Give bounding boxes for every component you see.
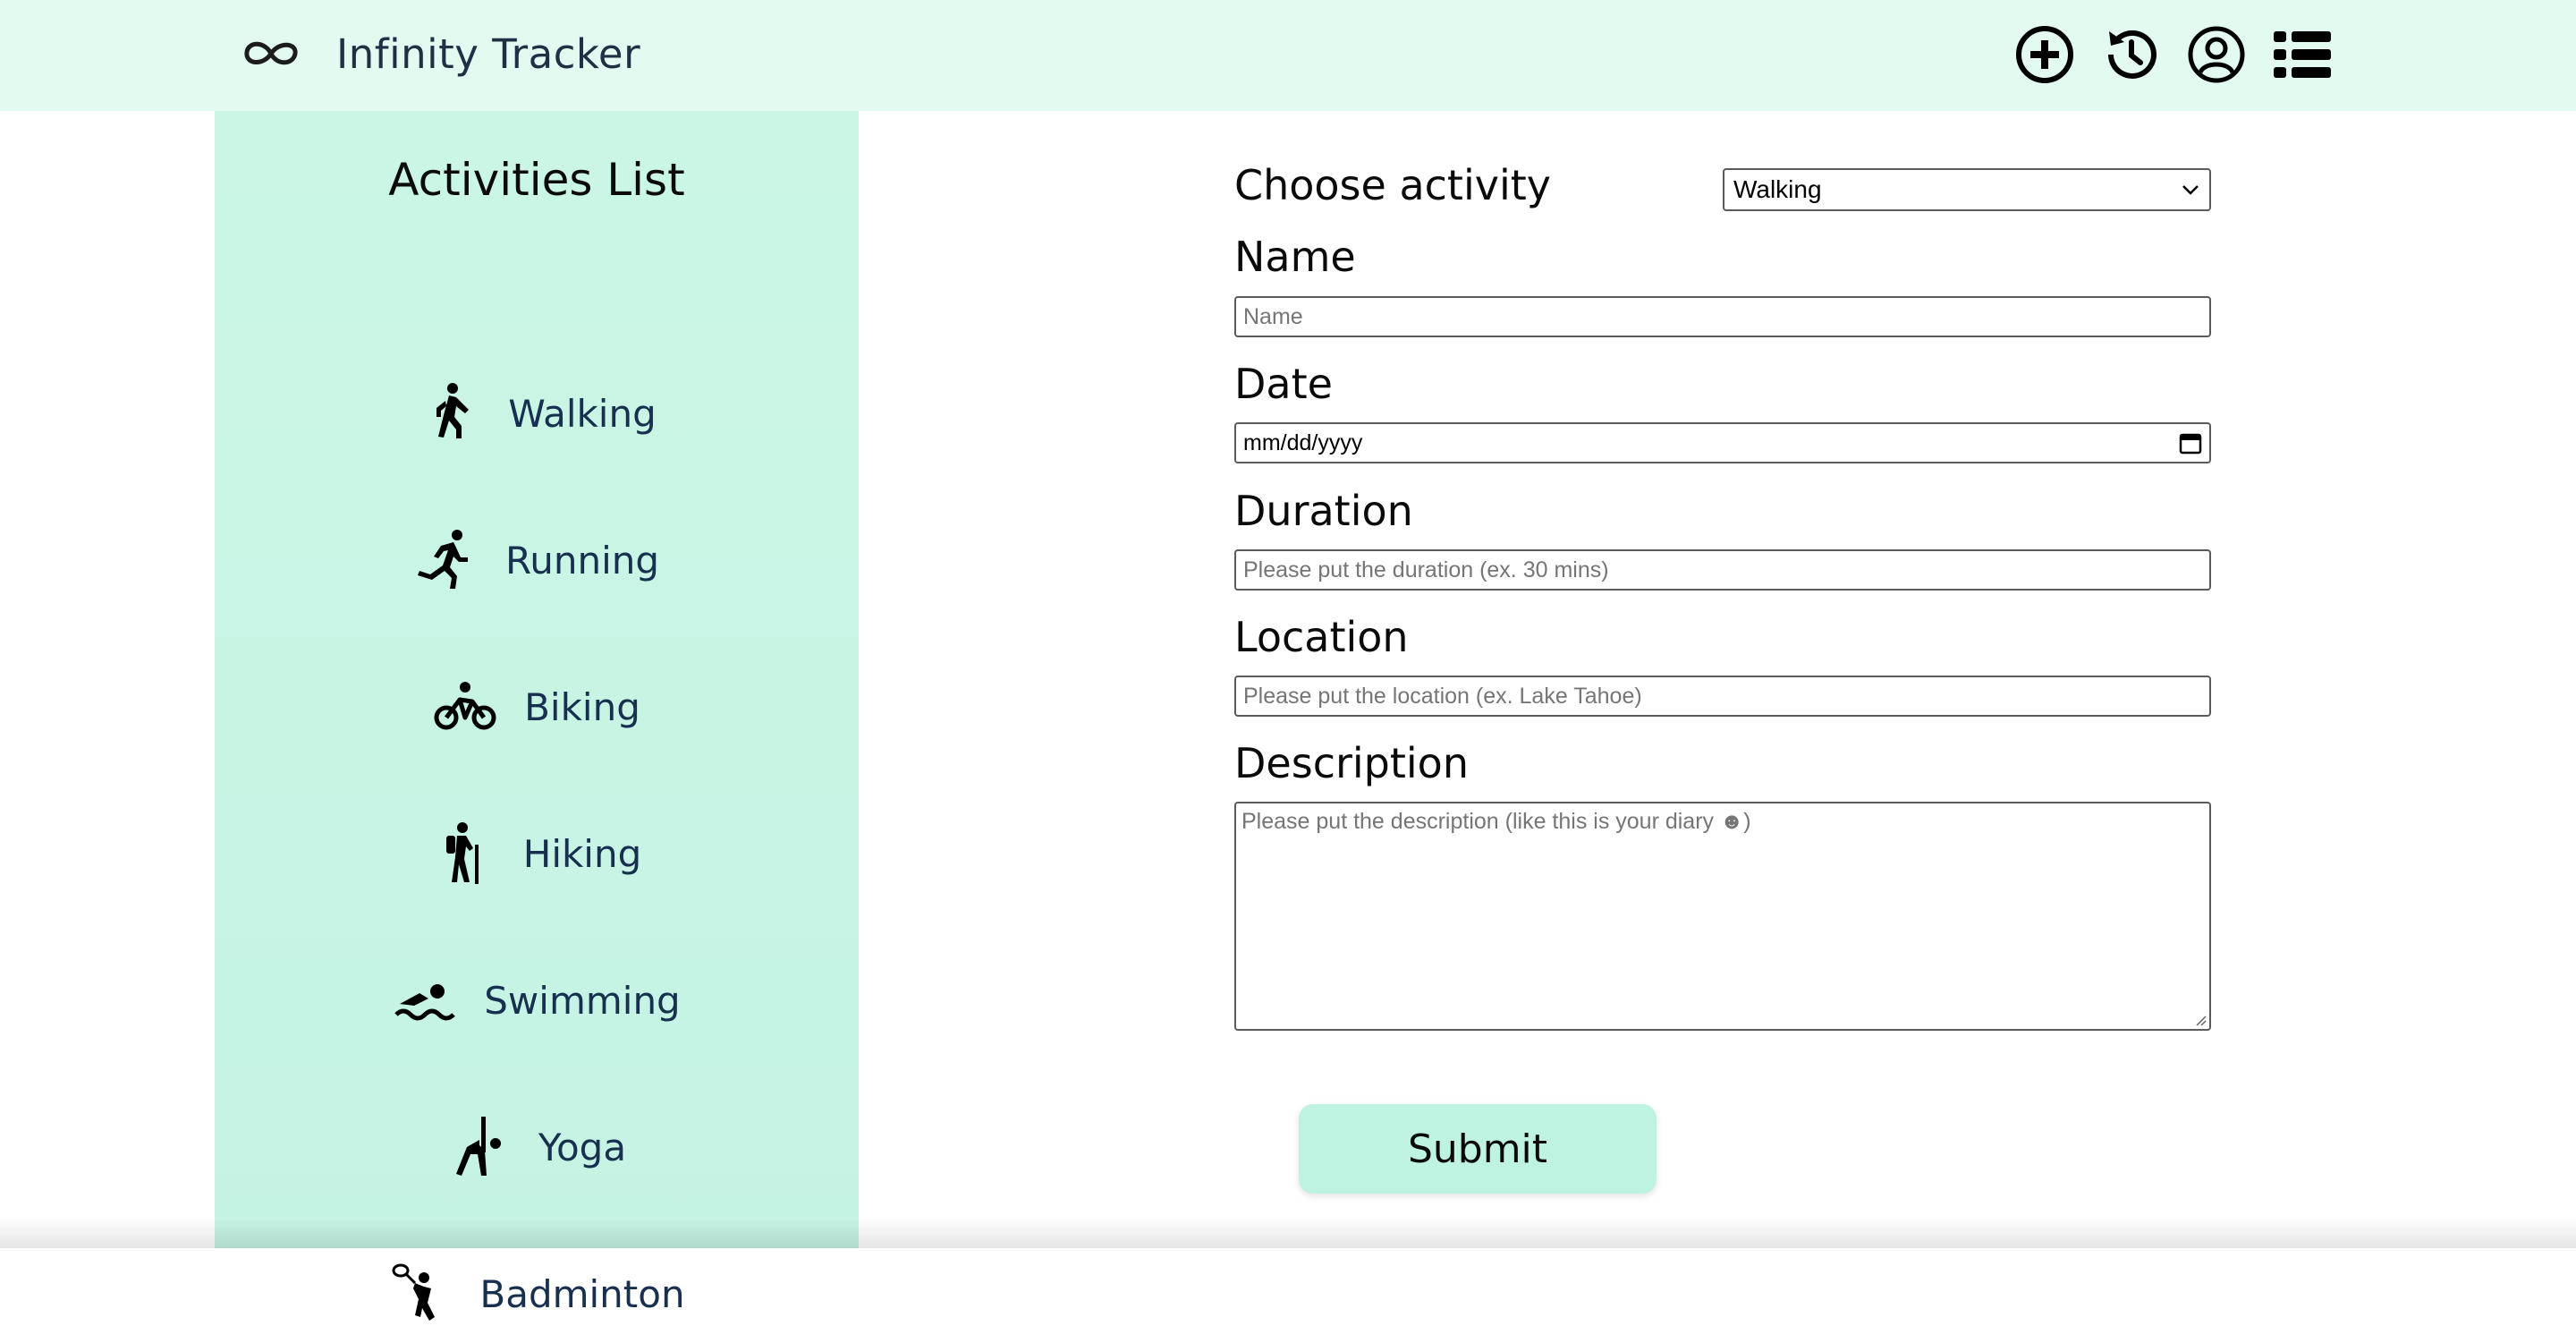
brand[interactable]: Infinity Tracker [242, 25, 640, 82]
description-placeholder: Please put the description (like this is… [1241, 809, 1751, 834]
sidebar-item-badminton[interactable]: Badminton [215, 1245, 859, 1343]
sidebar-item-label: Running [504, 538, 660, 582]
location-field[interactable]: Please put the location (ex. Lake Tahoe) [1234, 676, 2211, 717]
sidebar-item-biking[interactable]: Biking [215, 658, 859, 756]
sidebar-item-swimming[interactable]: Swimming [215, 951, 859, 1050]
sidebar-item-label: Badminton [479, 1271, 685, 1316]
history-icon[interactable] [2100, 24, 2161, 85]
sidebar-item-label: Swimming [484, 978, 681, 1023]
hiking-icon [445, 822, 479, 884]
sidebar-item-yoga[interactable]: Yoga [215, 1098, 859, 1196]
choose-activity-label: Choose activity [1234, 161, 1552, 209]
submit-button[interactable]: Submit [1299, 1104, 1657, 1194]
running-icon [417, 530, 468, 589]
walking-icon [436, 383, 470, 438]
infinity-icon [244, 41, 298, 65]
name-field[interactable]: Name [1234, 296, 2211, 337]
app-title: Infinity Tracker [336, 30, 641, 78]
resize-handle-icon[interactable] [2193, 1013, 2207, 1027]
name-placeholder: Name [1243, 303, 1303, 329]
sidebar-item-label: Hiking [522, 831, 642, 876]
sidebar-item-hiking[interactable]: Hiking [215, 804, 859, 903]
duration-placeholder: Please put the duration (ex. 30 mins) [1243, 557, 1609, 582]
location-label: Location [1234, 613, 1409, 661]
location-placeholder: Please put the location (ex. Lake Tahoe) [1243, 683, 1642, 709]
yoga-icon [455, 1117, 501, 1176]
activity-select[interactable]: Walking [1723, 168, 2211, 211]
duration-field[interactable]: Please put the duration (ex. 30 mins) [1234, 549, 2211, 591]
list-icon[interactable] [2272, 24, 2333, 85]
activities-sidebar: Activities List Walking Running Biking H… [215, 111, 859, 1321]
swimming-icon [394, 984, 456, 1021]
description-field[interactable]: Please put the description (like this is… [1234, 802, 2211, 1031]
sidebar-item-walking[interactable]: Walking [215, 364, 859, 463]
sidebar-item-running[interactable]: Running [215, 511, 859, 609]
sidebar-item-label: Biking [524, 684, 640, 729]
top-header: Infinity Tracker [0, 0, 2576, 111]
biking-icon [434, 682, 496, 730]
header-nav [2014, 23, 2333, 86]
name-label: Name [1234, 233, 1356, 281]
add-circle-icon[interactable] [2014, 24, 2075, 85]
activity-select-value: Walking [1733, 175, 1822, 203]
chevron-down-icon [2182, 185, 2199, 195]
sidebar-title: Activities List [388, 154, 685, 206]
sidebar-item-label: Walking [508, 391, 657, 436]
sidebar-item-label: Yoga [538, 1125, 627, 1169]
badminton-icon [392, 1263, 436, 1321]
calendar-icon[interactable] [2179, 431, 2202, 455]
duration-label: Duration [1234, 487, 1413, 535]
user-profile-icon[interactable] [2186, 24, 2247, 85]
date-label: Date [1234, 360, 1333, 408]
date-field[interactable]: mm/dd/yyyy [1234, 422, 2211, 463]
description-label: Description [1234, 739, 1469, 787]
date-placeholder: mm/dd/yyyy [1243, 429, 1363, 455]
